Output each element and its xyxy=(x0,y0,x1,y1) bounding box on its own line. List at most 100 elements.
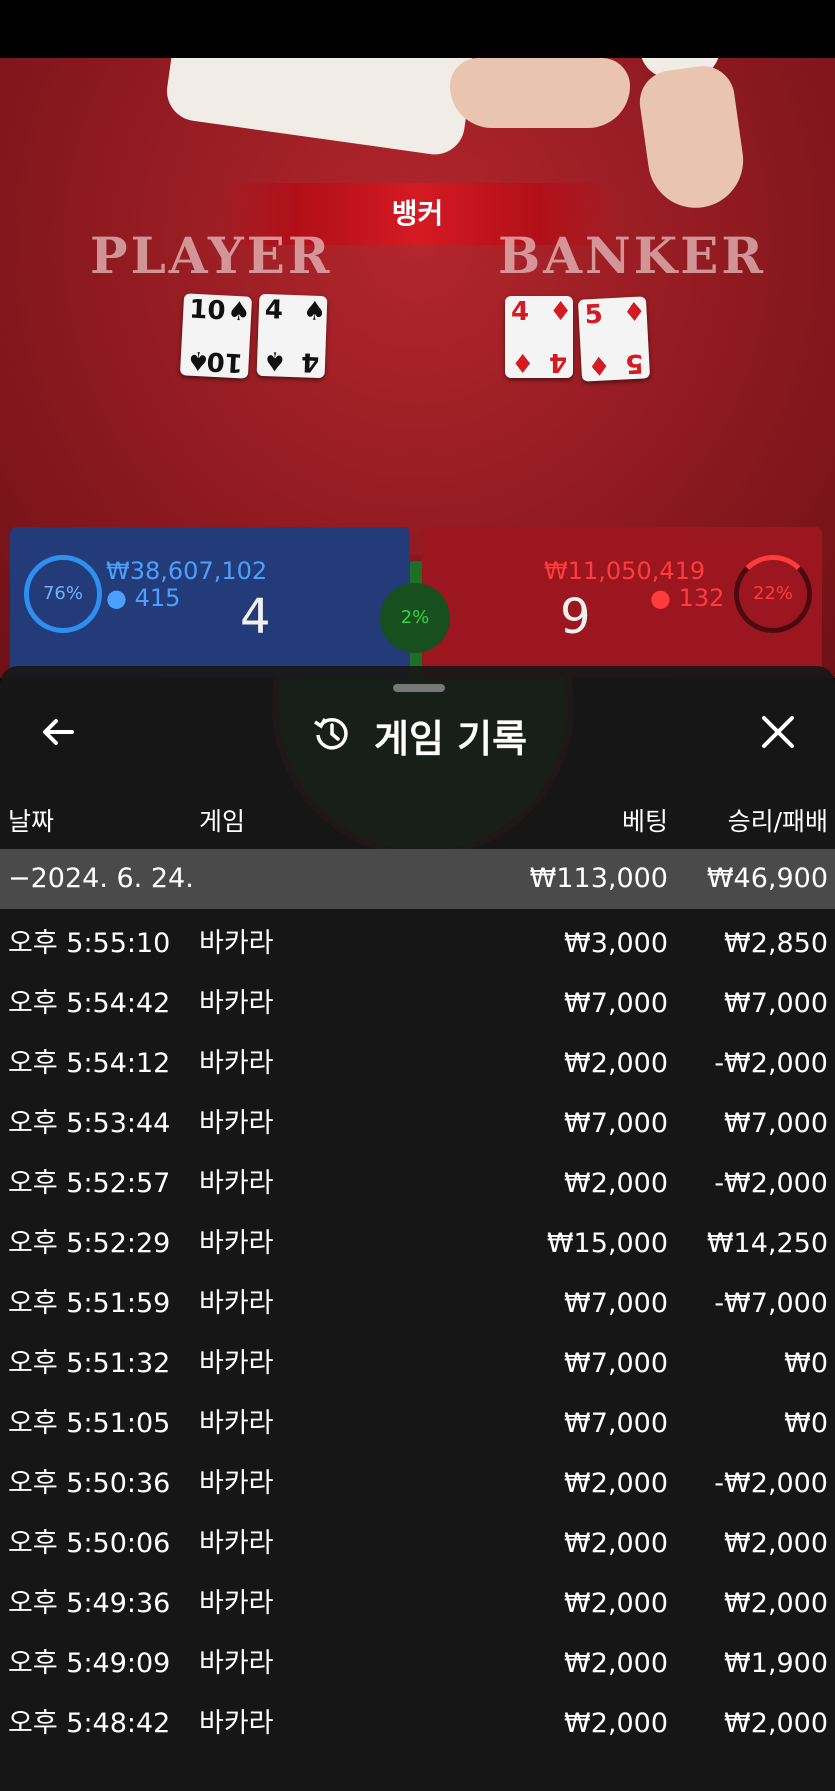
close-icon[interactable] xyxy=(758,712,798,752)
total-result: ₩46,900 xyxy=(706,863,828,894)
row-time: 오후 5:54:42 xyxy=(8,988,171,1019)
row-result: ₩0 xyxy=(784,1408,828,1439)
history-row[interactable]: 오후 5:54:42 바카라 ₩7,000 ₩7,000 xyxy=(0,974,835,1034)
row-bet: ₩2,000 xyxy=(564,1048,668,1079)
row-game: 바카라 xyxy=(199,988,274,1019)
history-row[interactable]: 오후 5:50:36 바카라 ₩2,000 -₩2,000 xyxy=(0,1454,835,1514)
row-time: 오후 5:48:42 xyxy=(8,1708,171,1739)
row-game: 바카라 xyxy=(199,1648,274,1679)
row-bet: ₩2,000 xyxy=(564,1528,668,1559)
row-bet: ₩7,000 xyxy=(564,1408,668,1439)
row-game: 바카라 xyxy=(199,1168,274,1199)
history-row[interactable]: 오후 5:49:09 바카라 ₩2,000 ₩1,900 xyxy=(0,1634,835,1694)
history-row[interactable]: 오후 5:50:06 바카라 ₩2,000 ₩2,000 xyxy=(0,1514,835,1574)
row-time: 오후 5:51:05 xyxy=(8,1408,171,1439)
total-bet: ₩113,000 xyxy=(529,863,668,894)
row-bet: ₩7,000 xyxy=(564,988,668,1019)
banker-bettors: ● 132 xyxy=(650,584,725,612)
history-row[interactable]: 오후 5:48:42 바카라 ₩2,000 ₩2,000 xyxy=(0,1694,835,1754)
row-game: 바카라 xyxy=(199,1468,274,1499)
banker-score: 9 xyxy=(560,589,591,645)
history-row[interactable]: 오후 5:55:10 바카라 ₩3,000 ₩2,850 xyxy=(0,914,835,974)
date-total-row[interactable]: −2024. 6. 24. ₩113,000 ₩46,900 xyxy=(0,849,835,909)
dealer-hand-left xyxy=(450,58,630,128)
col-header-game: 게임 xyxy=(199,807,246,836)
row-result: ₩2,000 xyxy=(724,1528,828,1559)
row-result: -₩2,000 xyxy=(714,1048,828,1079)
row-bet: ₩7,000 xyxy=(564,1288,668,1319)
sheet-title: 게임 기록 xyxy=(374,717,528,761)
row-game: 바카라 xyxy=(199,1708,274,1739)
user-icon: ● xyxy=(106,584,127,612)
banker-amount: ₩11,050,419 xyxy=(544,557,706,585)
row-result: ₩7,000 xyxy=(724,988,828,1019)
player-score: 4 xyxy=(240,589,271,645)
row-result: ₩2,000 xyxy=(724,1708,828,1739)
row-result: -₩7,000 xyxy=(714,1288,828,1319)
col-header-bet: 베팅 xyxy=(621,807,668,836)
history-row[interactable]: 오후 5:51:32 바카라 ₩7,000 ₩0 xyxy=(0,1334,835,1394)
status-bar xyxy=(0,0,835,58)
col-header-date: 날짜 xyxy=(8,807,55,836)
row-game: 바카라 xyxy=(199,1288,274,1319)
history-icon xyxy=(312,713,352,753)
row-bet: ₩2,000 xyxy=(564,1468,668,1499)
row-game: 바카라 xyxy=(199,1348,274,1379)
dealer-arm xyxy=(163,58,477,159)
drag-handle[interactable] xyxy=(393,684,445,692)
player-label: PLAYER xyxy=(90,226,333,285)
row-time: 오후 5:49:36 xyxy=(8,1588,171,1619)
row-time: 오후 5:55:10 xyxy=(8,928,171,959)
total-date: −2024. 6. 24. xyxy=(8,863,194,894)
banker-card-2: 5 ♦ ♦ 5 xyxy=(577,296,651,382)
dealer-hand-right xyxy=(635,62,750,214)
row-time: 오후 5:51:59 xyxy=(8,1288,171,1319)
row-game: 바카라 xyxy=(199,1108,274,1139)
row-time: 오후 5:50:36 xyxy=(8,1468,171,1499)
row-game: 바카라 xyxy=(199,1528,274,1559)
game-history-sheet: 게임 기록 날짜 게임 베팅 승리/패배 −2024. 6. 24. ₩113,… xyxy=(0,666,835,1791)
history-row[interactable]: 오후 5:53:44 바카라 ₩7,000 ₩7,000 xyxy=(0,1094,835,1154)
row-result: ₩0 xyxy=(784,1348,828,1379)
banker-label: BANKER xyxy=(498,226,766,285)
row-time: 오후 5:51:32 xyxy=(8,1348,171,1379)
history-row[interactable]: 오후 5:51:05 바카라 ₩7,000 ₩0 xyxy=(0,1394,835,1454)
player-card-2: 4 ♠ ♠ 4 xyxy=(256,293,328,379)
tie-percent: 2% xyxy=(380,583,450,653)
row-bet: ₩15,000 xyxy=(546,1228,668,1259)
history-row[interactable]: 오후 5:49:36 바카라 ₩2,000 ₩2,000 xyxy=(0,1574,835,1634)
row-bet: ₩3,000 xyxy=(564,928,668,959)
row-bet: ₩2,000 xyxy=(564,1648,668,1679)
history-row[interactable]: 오후 5:51:59 바카라 ₩7,000 -₩7,000 xyxy=(0,1274,835,1334)
player-amount: ₩38,607,102 xyxy=(106,557,268,585)
arrow-left-icon[interactable] xyxy=(38,712,78,752)
banker-percent-ring: 22% xyxy=(734,555,812,633)
row-time: 오후 5:50:06 xyxy=(8,1528,171,1559)
row-game: 바카라 xyxy=(199,1228,274,1259)
banker-bet-panel[interactable]: ₩11,050,419 ● 132 9 22% xyxy=(422,527,822,677)
row-result: ₩1,900 xyxy=(724,1648,828,1679)
row-game: 바카라 xyxy=(199,1408,274,1439)
history-row[interactable]: 오후 5:54:12 바카라 ₩2,000 -₩2,000 xyxy=(0,1034,835,1094)
row-bet: ₩7,000 xyxy=(564,1108,668,1139)
row-bet: ₩2,000 xyxy=(564,1588,668,1619)
row-time: 오후 5:52:57 xyxy=(8,1168,171,1199)
player-bet-panel[interactable]: 76% ₩38,607,102 ● 415 4 xyxy=(10,527,410,677)
row-result: -₩2,000 xyxy=(714,1468,828,1499)
player-bettors: ● 415 xyxy=(106,584,181,612)
row-bet: ₩2,000 xyxy=(564,1168,668,1199)
row-result: ₩2,850 xyxy=(724,928,828,959)
row-bet: ₩2,000 xyxy=(564,1708,668,1739)
user-icon: ● xyxy=(650,584,671,612)
row-time: 오후 5:52:29 xyxy=(8,1228,171,1259)
row-time: 오후 5:54:12 xyxy=(8,1048,171,1079)
row-result: ₩14,250 xyxy=(706,1228,828,1259)
history-row[interactable]: 오후 5:52:29 바카라 ₩15,000 ₩14,250 xyxy=(0,1214,835,1274)
row-result: ₩7,000 xyxy=(724,1108,828,1139)
history-row[interactable]: 오후 5:52:57 바카라 ₩2,000 -₩2,000 xyxy=(0,1154,835,1214)
player-percent-ring: 76% xyxy=(24,555,102,633)
col-header-result: 승리/패배 xyxy=(727,807,828,836)
row-result: -₩2,000 xyxy=(714,1168,828,1199)
row-game: 바카라 xyxy=(199,928,274,959)
row-time: 오후 5:49:09 xyxy=(8,1648,171,1679)
